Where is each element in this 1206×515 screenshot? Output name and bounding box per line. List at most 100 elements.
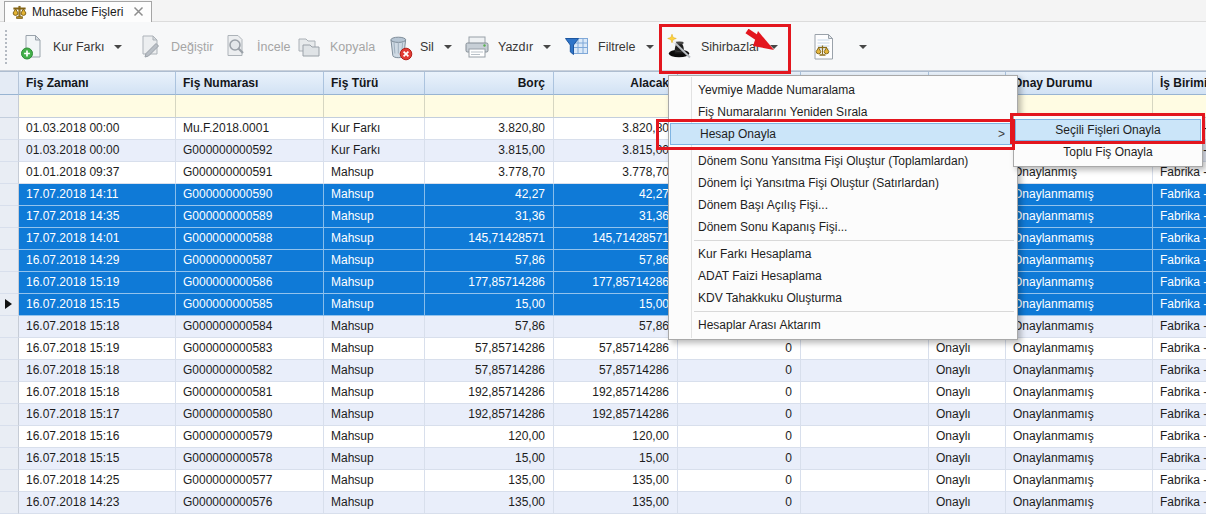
cell-tur[interactable]: Mahsup	[324, 360, 425, 382]
cell-onay[interactable]: Onaylanmamış	[1006, 492, 1153, 514]
cell-alacak[interactable]: 57,86	[554, 316, 678, 338]
filter-cell-ind[interactable]	[0, 95, 19, 118]
cell-tur[interactable]: Mahsup	[324, 404, 425, 426]
cell-borc[interactable]: 192,85714286	[425, 382, 554, 404]
cell-c8[interactable]: Onaylı	[929, 426, 1006, 448]
cell-onay[interactable]: Onaylanmamış	[1006, 338, 1153, 360]
cell-c6[interactable]: 0	[678, 382, 801, 404]
cell-c7[interactable]	[801, 426, 929, 448]
menu-item[interactable]: Dönem Sonu Kapanış Fişi...	[669, 216, 1017, 238]
table-row[interactable]: 16.07.2018 15:19G000000000583Mahsup57,85…	[0, 338, 1206, 360]
cell-alacak[interactable]: 15,00	[554, 294, 678, 316]
table-row[interactable]: 17.07.2018 14:35G000000000589Mahsup31,36…	[0, 206, 1206, 228]
cell-borc[interactable]: 3.820,80	[425, 118, 554, 140]
row-indicator-cell[interactable]	[0, 294, 19, 316]
cell-zaman[interactable]: 01.03.2018 00:00	[19, 140, 176, 162]
row-indicator-cell[interactable]	[0, 162, 19, 184]
cell-c8[interactable]: Onaylı	[929, 382, 1006, 404]
cell-tur[interactable]: Mahsup	[324, 184, 425, 206]
cell-tur[interactable]: Mahsup	[324, 272, 425, 294]
cell-c7[interactable]	[801, 360, 929, 382]
cell-onay[interactable]: Onaylanmamış	[1006, 448, 1153, 470]
cell-zaman[interactable]: 16.07.2018 15:19	[19, 272, 176, 294]
cell-c7[interactable]	[801, 382, 929, 404]
cell-tur[interactable]: Mahsup	[324, 206, 425, 228]
cell-alacak[interactable]: 3.820,80	[554, 118, 678, 140]
cell-tur[interactable]: Mahsup	[324, 470, 425, 492]
row-indicator-cell[interactable]	[0, 316, 19, 338]
cell-alacak[interactable]: 57,86	[554, 250, 678, 272]
cell-c6[interactable]: 0	[678, 492, 801, 514]
cell-c8[interactable]: Onaylı	[929, 492, 1006, 514]
cell-zaman[interactable]: 16.07.2018 15:18	[19, 316, 176, 338]
tab-muhasebe-fisleri[interactable]: Muhasebe Fişleri	[4, 1, 152, 22]
cell-c6[interactable]: 0	[678, 470, 801, 492]
table-row[interactable]: 16.07.2018 15:19G000000000586Mahsup177,8…	[0, 272, 1206, 294]
cell-alacak[interactable]: 135,00	[554, 492, 678, 514]
cell-birim[interactable]: Fabrika -	[1153, 316, 1206, 338]
cell-onay[interactable]: Onaylanmamış	[1006, 184, 1153, 206]
cell-c7[interactable]	[801, 470, 929, 492]
cell-numara[interactable]: G000000000588	[176, 228, 324, 250]
toolbar-gripper[interactable]	[4, 29, 9, 65]
cell-c6[interactable]: 0	[678, 404, 801, 426]
cell-birim[interactable]: Fabrika -	[1153, 360, 1206, 382]
row-indicator-cell[interactable]	[0, 272, 19, 294]
cell-onay[interactable]: Onaylanmamış	[1006, 316, 1153, 338]
cell-borc[interactable]: 120,00	[425, 426, 554, 448]
row-indicator-cell[interactable]	[0, 118, 19, 140]
cell-borc[interactable]: 42,27	[425, 184, 554, 206]
cell-tur[interactable]: Kur Farkı	[324, 118, 425, 140]
menu-item[interactable]: Hesaplar Arası Aktarım	[669, 314, 1017, 336]
row-indicator-cell[interactable]	[0, 360, 19, 382]
cell-c8[interactable]: Onaylı	[929, 404, 1006, 426]
table-row[interactable]: 16.07.2018 14:29G000000000587Mahsup57,86…	[0, 250, 1206, 272]
row-indicator-cell[interactable]	[0, 140, 19, 162]
cell-onay[interactable]: Onaylanmamış	[1006, 272, 1153, 294]
column-header-tur[interactable]: Fiş Türü	[324, 72, 425, 95]
cell-borc[interactable]: 3.815,00	[425, 140, 554, 162]
table-row[interactable]: 16.07.2018 14:23G000000000576Mahsup135,0…	[0, 492, 1206, 514]
cell-zaman[interactable]: 01.01.2018 09:37	[19, 162, 176, 184]
cell-alacak[interactable]: 3.815,00	[554, 140, 678, 162]
menu-item[interactable]: Yevmiye Madde Numaralama	[669, 79, 1017, 101]
cell-numara[interactable]: G000000000582	[176, 360, 324, 382]
row-indicator-cell[interactable]	[0, 184, 19, 206]
cell-birim[interactable]: Fabrika -	[1153, 382, 1206, 404]
cell-zaman[interactable]: 16.07.2018 15:18	[19, 382, 176, 404]
cell-zaman[interactable]: 16.07.2018 14:29	[19, 250, 176, 272]
chevron-down-icon[interactable]	[114, 45, 122, 49]
cell-zaman[interactable]: 16.07.2018 14:25	[19, 470, 176, 492]
column-header-onay[interactable]: Onay Durumu	[1006, 72, 1153, 95]
cell-numara[interactable]: G000000000589	[176, 206, 324, 228]
filter-cell-numara[interactable]	[176, 95, 324, 118]
submenu-item[interactable]: Seçili Fişleri Onayla	[1015, 119, 1201, 141]
cell-numara[interactable]: G000000000578	[176, 448, 324, 470]
cell-birim[interactable]: Fabrika -	[1153, 426, 1206, 448]
chevron-down-icon[interactable]	[543, 45, 551, 49]
cell-birim[interactable]: Fabrika -	[1153, 448, 1206, 470]
chevron-down-icon[interactable]	[646, 45, 654, 49]
cell-zaman[interactable]: 16.07.2018 15:15	[19, 294, 176, 316]
cell-birim[interactable]: Fabrika -	[1153, 272, 1206, 294]
cell-borc[interactable]: 177,85714286	[425, 272, 554, 294]
filter-cell-zaman[interactable]	[19, 95, 176, 118]
cell-tur[interactable]: Kur Farkı	[324, 140, 425, 162]
cell-numara[interactable]: G000000000591	[176, 162, 324, 184]
cell-tur[interactable]: Mahsup	[324, 250, 425, 272]
cell-alacak[interactable]: 120,00	[554, 426, 678, 448]
cell-numara[interactable]: G000000000584	[176, 316, 324, 338]
menu-item[interactable]: Dönem Başı Açılış Fişi...	[669, 194, 1017, 216]
cell-tur[interactable]: Mahsup	[324, 316, 425, 338]
cell-zaman[interactable]: 16.07.2018 14:23	[19, 492, 176, 514]
table-row[interactable]: 16.07.2018 15:16G000000000579Mahsup120,0…	[0, 426, 1206, 448]
close-icon[interactable]	[133, 3, 144, 21]
toolbar-button-incele[interactable]: İncele	[222, 26, 290, 67]
row-indicator-cell[interactable]	[0, 448, 19, 470]
row-indicator-cell[interactable]	[0, 470, 19, 492]
filter-cell-alacak[interactable]	[554, 95, 678, 118]
cell-tur[interactable]: Mahsup	[324, 294, 425, 316]
menu-item[interactable]: Dönem İçi Yansıtma Fişi Oluştur (Satırla…	[669, 172, 1017, 194]
cell-birim[interactable]: Fabrika -	[1153, 338, 1206, 360]
row-indicator-cell[interactable]	[0, 492, 19, 514]
